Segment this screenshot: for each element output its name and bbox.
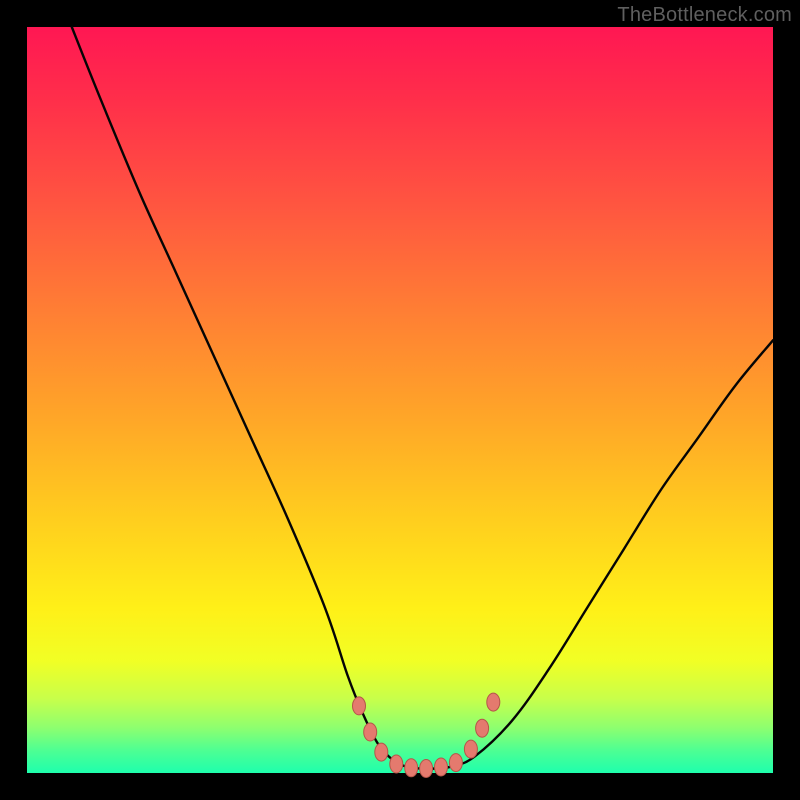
curve-marker <box>449 754 462 772</box>
curve-marker <box>405 759 418 777</box>
curve-marker <box>464 740 477 758</box>
curve-marker <box>435 758 448 776</box>
chart-stage: TheBottleneck.com <box>0 0 800 800</box>
curve-marker <box>353 697 366 715</box>
watermark-text: TheBottleneck.com <box>617 4 792 27</box>
curve-marker <box>476 719 489 737</box>
plot-area <box>27 27 773 773</box>
curve-marker <box>390 755 403 773</box>
curve-marker <box>420 760 433 778</box>
bottleneck-curve <box>72 27 773 769</box>
curve-layer <box>27 27 773 773</box>
curve-marker <box>375 743 388 761</box>
curve-marker <box>487 693 500 711</box>
curve-marker <box>364 723 377 741</box>
curve-markers <box>353 693 500 777</box>
